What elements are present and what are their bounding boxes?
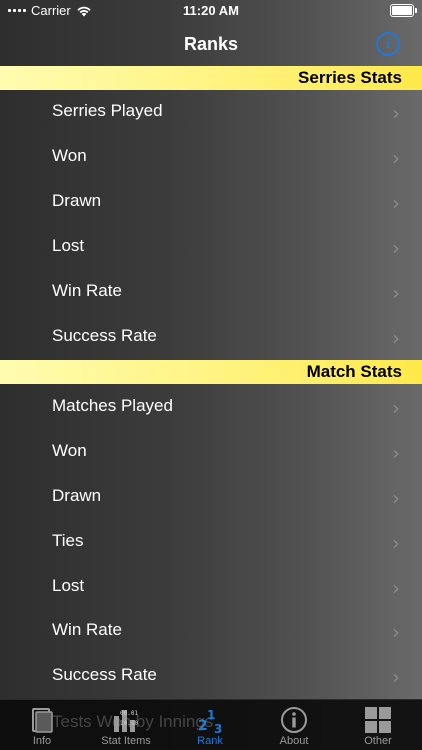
chevron-right-icon: › xyxy=(392,396,400,420)
chevron-right-icon: › xyxy=(392,576,400,600)
tab-label: Other xyxy=(364,735,392,747)
row-serries-played[interactable]: Serries Played › xyxy=(0,90,422,135)
row-win-rate[interactable]: Win Rate › xyxy=(0,270,422,315)
chevron-right-icon: › xyxy=(392,101,400,125)
tab-label: Info xyxy=(32,735,52,747)
chevron-right-icon: › xyxy=(392,146,400,170)
info-button[interactable]: i xyxy=(376,32,400,56)
row-label: Success Rate xyxy=(52,665,157,684)
chevron-right-icon: › xyxy=(392,326,400,350)
navigation-bar: Ranks i xyxy=(0,22,422,66)
svg-text:3: 3 xyxy=(214,722,222,734)
chevron-right-icon: › xyxy=(392,531,400,555)
section-header-label: Match Stats xyxy=(306,362,402,381)
status-bar: Carrier 11:20 AM xyxy=(0,0,422,22)
row-success-rate[interactable]: Success Rate › xyxy=(0,654,422,699)
tab-label: Stat Items xyxy=(101,735,151,747)
row-label: Won xyxy=(52,146,87,165)
info-icon: i xyxy=(385,35,391,52)
tab-bar: Tests Won by Innings Info 00.01 10.10 St… xyxy=(0,699,422,750)
info-circle-icon xyxy=(281,707,307,733)
chevron-right-icon: › xyxy=(392,191,400,215)
row-label: Ties xyxy=(52,531,84,550)
chevron-right-icon: › xyxy=(392,486,400,510)
row-drawn[interactable]: Drawn › xyxy=(0,475,422,520)
tab-rank[interactable]: 2 1 3 Rank xyxy=(168,700,252,750)
row-label: Lost xyxy=(52,576,85,595)
row-won[interactable]: Won › xyxy=(0,135,422,180)
chevron-right-icon: › xyxy=(392,236,400,260)
row-ties[interactable]: Ties › xyxy=(0,520,422,565)
svg-text:00.01: 00.01 xyxy=(120,710,138,717)
row-matches-played[interactable]: Matches Played › xyxy=(0,385,422,430)
row-success-rate[interactable]: Success Rate › xyxy=(0,315,422,360)
row-label: Lost xyxy=(52,236,85,255)
tab-about[interactable]: About xyxy=(252,700,336,750)
row-lost[interactable]: Lost › xyxy=(0,225,422,270)
row-won[interactable]: Won › xyxy=(0,430,422,475)
chevron-right-icon: › xyxy=(392,281,400,305)
row-win-rate[interactable]: Win Rate › xyxy=(0,609,422,654)
row-label: Drawn xyxy=(52,191,102,210)
grid-icon xyxy=(365,707,391,733)
tab-label: Rank xyxy=(197,735,223,747)
chevron-right-icon: › xyxy=(392,665,400,689)
section-header-label: Serries Stats xyxy=(298,68,402,87)
row-label: Success Rate xyxy=(52,326,157,345)
battery-icon xyxy=(390,4,417,17)
ranks-screen: Carrier 11:20 AM Ranks i Serries Stats S… xyxy=(0,0,422,750)
svg-text:10.10: 10.10 xyxy=(120,720,138,727)
tab-stat-items[interactable]: 00.01 10.10 Stat Items xyxy=(84,700,168,750)
svg-text:1: 1 xyxy=(207,708,215,722)
chevron-right-icon: › xyxy=(392,441,400,465)
row-drawn[interactable]: Drawn › xyxy=(0,180,422,225)
stat-items-icon: 00.01 10.10 xyxy=(114,710,138,732)
tab-other[interactable]: Other xyxy=(336,700,420,750)
row-label: Win Rate xyxy=(52,620,122,639)
tab-info[interactable]: Info xyxy=(0,700,84,750)
section-header-match-stats: Match Stats xyxy=(0,360,422,384)
row-lost[interactable]: Lost › xyxy=(0,565,422,610)
status-time: 11:20 AM xyxy=(183,3,239,18)
rank-icon: 2 1 3 xyxy=(198,708,222,734)
section-header-serries-stats: Serries Stats xyxy=(0,66,422,90)
row-label: Matches Played xyxy=(52,396,173,415)
tab-label: About xyxy=(279,735,309,747)
row-label: Serries Played xyxy=(52,101,163,120)
page-title: Ranks xyxy=(183,34,239,54)
book-icon xyxy=(32,708,53,733)
chevron-right-icon: › xyxy=(392,620,400,644)
row-label: Won xyxy=(52,441,87,460)
row-label: Win Rate xyxy=(52,281,122,300)
row-label: Drawn xyxy=(52,486,102,505)
